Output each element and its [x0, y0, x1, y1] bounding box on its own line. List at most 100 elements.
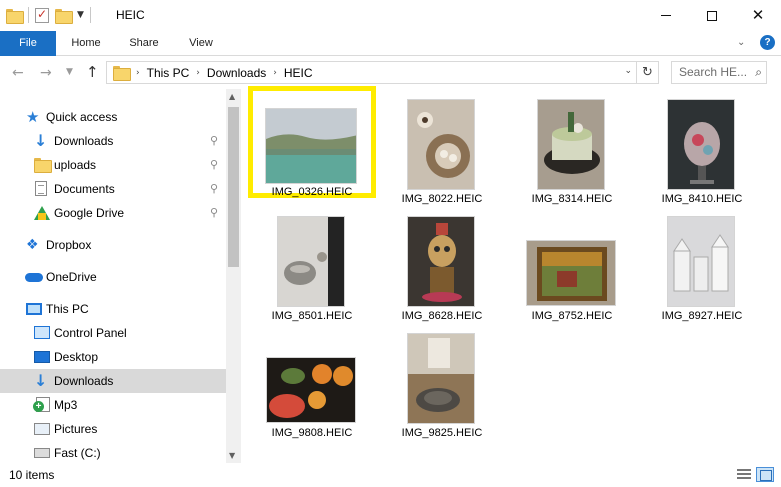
file-thumbnail [526, 240, 616, 306]
large-icons-view-icon[interactable] [756, 467, 774, 482]
pin-icon[interactable]: ⚲ [210, 182, 218, 195]
lake-thumbnail-image [266, 109, 356, 183]
sidebar-item-onedrive[interactable]: OneDrive [0, 265, 226, 289]
navigation-scrollbar[interactable]: ▲ ▼ [226, 89, 241, 463]
pin-icon[interactable]: ⚲ [210, 206, 218, 219]
file-name[interactable]: IMG_8927.HEIC [638, 310, 766, 322]
chevron-right-icon[interactable]: › [196, 68, 200, 78]
help-icon[interactable]: ? [760, 35, 775, 50]
close-icon: ✕ [751, 6, 765, 24]
sidebar-item-documents[interactable]: Documents ⚲ [0, 177, 226, 201]
chevron-right-icon[interactable]: › [273, 68, 277, 78]
control-panel-icon [34, 326, 50, 339]
navigation-row: ← → ▼ ↑ › This PC › Downloads › HEIC ⌄ ↻… [0, 57, 781, 89]
search-input[interactable]: Search HE... ⌕ [671, 61, 767, 84]
file-item[interactable]: IMG_8410.HEIC [638, 91, 766, 205]
google-drive-icon [34, 206, 50, 220]
address-bar[interactable]: › This PC › Downloads › HEIC ⌄ [106, 61, 637, 84]
star-icon: ★ [26, 108, 40, 126]
maximize-icon [707, 10, 717, 21]
recent-locations-icon[interactable]: ▼ [66, 67, 73, 77]
sidebar-item-downloads-pinned[interactable]: ↓ Downloads ⚲ [0, 129, 226, 153]
status-bar: 10 items [0, 463, 781, 487]
address-dropdown-icon[interactable]: ⌄ [624, 66, 632, 76]
file-thumbnail [667, 99, 735, 190]
sidebar-item-this-pc[interactable]: This PC [0, 297, 226, 321]
figurine-thumbnail-image [408, 217, 474, 306]
pin-icon[interactable]: ⚲ [210, 134, 218, 147]
sidebar-item-desktop[interactable]: Desktop [0, 345, 226, 369]
details-view-icon[interactable] [735, 467, 753, 482]
expand-ribbon-icon[interactable]: ⌄ [737, 37, 745, 48]
file-name[interactable]: IMG_9808.HEIC [248, 427, 376, 439]
file-name[interactable]: IMG_8628.HEIC [378, 310, 506, 322]
toolbar-divider [28, 7, 29, 23]
breadcrumb-this-pc[interactable]: This PC [147, 66, 190, 80]
file-name[interactable]: IMG_8314.HEIC [508, 193, 636, 205]
tab-file[interactable]: File [0, 31, 56, 56]
dropbox-icon: ❖ [26, 237, 39, 253]
file-name[interactable]: IMG_8022.HEIC [378, 193, 506, 205]
file-item[interactable]: IMG_8314.HEIC [508, 91, 636, 205]
sidebar-item-google-drive[interactable]: Google Drive ⚲ [0, 201, 226, 225]
file-name[interactable]: IMG_8410.HEIC [638, 193, 766, 205]
breadcrumb-downloads[interactable]: Downloads [207, 66, 266, 80]
tab-view[interactable]: View [176, 31, 226, 56]
customize-toolbar-icon[interactable]: ▼ [77, 10, 84, 20]
minimize-icon [661, 15, 671, 16]
folder-icon [6, 8, 24, 24]
file-name[interactable]: IMG_8752.HEIC [508, 310, 636, 322]
sidebar-item-label: uploads [54, 158, 97, 172]
file-item[interactable]: IMG_8752.HEIC [508, 208, 636, 322]
sidebar-item-label: This PC [46, 302, 89, 316]
file-item[interactable]: IMG_8022.HEIC [378, 91, 506, 205]
search-placeholder: Search HE... [679, 65, 748, 79]
file-item[interactable]: IMG_9808.HEIC [248, 325, 376, 439]
scroll-down-icon[interactable]: ▼ [229, 451, 235, 460]
file-name[interactable]: IMG_0326.HEIC [253, 186, 371, 198]
cat-thumbnail-image [408, 334, 474, 423]
sidebar-item-uploads[interactable]: uploads ⚲ [0, 153, 226, 177]
new-folder-icon[interactable] [55, 8, 73, 24]
file-item[interactable]: IMG_0326.HEIC [248, 86, 376, 198]
tab-share[interactable]: Share [118, 31, 170, 56]
tab-home[interactable]: Home [60, 31, 112, 56]
file-name[interactable]: IMG_9825.HEIC [378, 427, 506, 439]
window-title: HEIC [116, 8, 145, 22]
sidebar-item-quick-access[interactable]: ★ Quick access [0, 105, 226, 129]
minimize-button[interactable] [643, 0, 689, 31]
drive-icon [34, 448, 50, 458]
breadcrumb-heic[interactable]: HEIC [284, 66, 313, 80]
sidebar-item-mp3[interactable]: Mp3 [0, 393, 226, 417]
quick-access-toolbar: ▼ [6, 7, 91, 24]
chevron-right-icon[interactable]: › [136, 68, 140, 78]
file-item[interactable]: IMG_8927.HEIC [638, 208, 766, 322]
teapot-thumbnail-image [278, 217, 344, 306]
up-arrow-icon[interactable]: ↑ [86, 63, 99, 81]
maximize-button[interactable] [689, 0, 735, 31]
refresh-button[interactable]: ↻ [637, 61, 659, 84]
pin-icon[interactable]: ⚲ [210, 158, 218, 171]
pumpkins-thumbnail-image [267, 358, 355, 422]
food-thumbnail-image [408, 100, 474, 189]
file-item[interactable]: IMG_9825.HEIC [378, 325, 506, 439]
item-count: 10 items [9, 468, 55, 482]
sidebar-item-label: Pictures [54, 422, 98, 436]
file-name[interactable]: IMG_8501.HEIC [248, 310, 376, 322]
sidebar-item-dropbox[interactable]: ❖ Dropbox [0, 233, 226, 257]
sidebar-item-pictures[interactable]: Pictures [0, 417, 226, 441]
sidebar-item-fast-c[interactable]: Fast (C:) [0, 441, 226, 465]
file-thumbnail [537, 99, 605, 190]
toolbar-divider [89, 7, 91, 23]
file-item[interactable]: IMG_8628.HEIC [378, 208, 506, 322]
close-button[interactable]: ✕ [735, 0, 781, 31]
file-thumbnail [407, 99, 475, 190]
scrollbar-thumb[interactable] [228, 107, 239, 267]
sidebar-item-downloads[interactable]: ↓ Downloads [0, 369, 226, 393]
scroll-up-icon[interactable]: ▲ [229, 92, 235, 101]
back-arrow-icon[interactable]: ← [12, 65, 24, 81]
properties-icon[interactable] [35, 7, 49, 23]
sidebar-item-control-panel[interactable]: Control Panel [0, 321, 226, 345]
file-item[interactable]: IMG_8501.HEIC [248, 208, 376, 322]
forward-arrow-icon[interactable]: → [40, 65, 52, 81]
